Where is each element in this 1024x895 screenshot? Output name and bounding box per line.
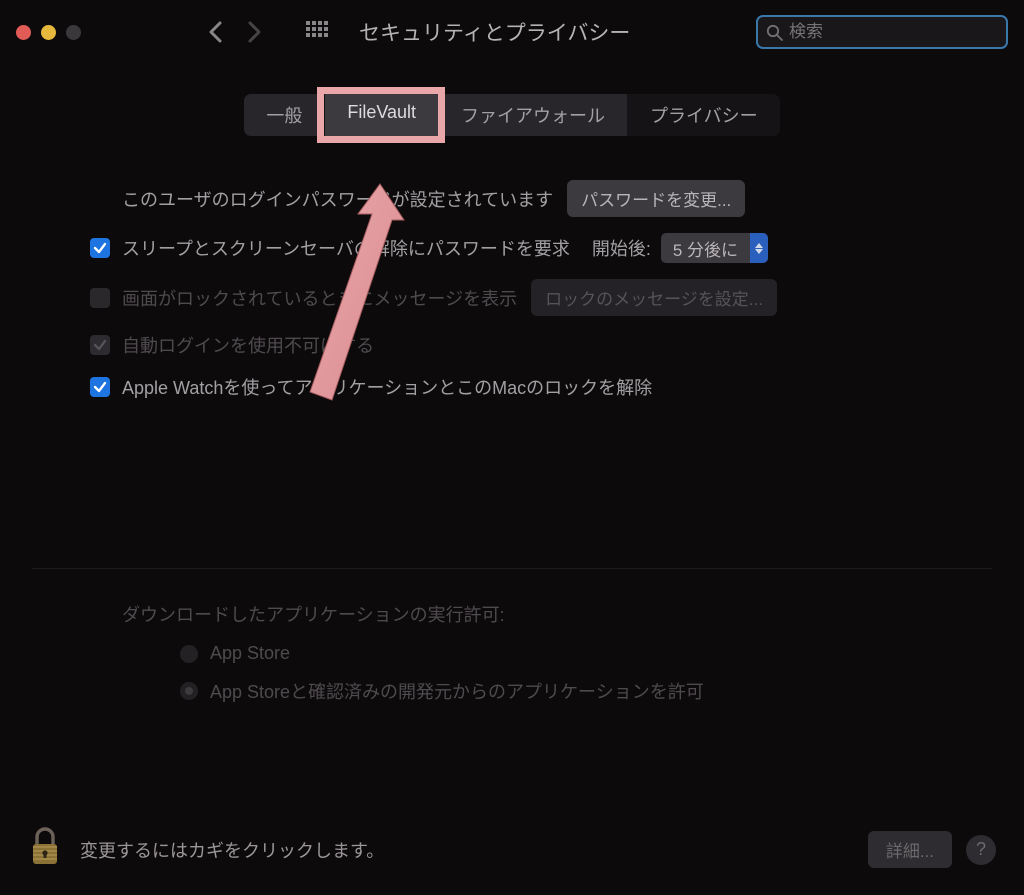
require-password-label: スリープとスクリーンセーバの解除にパスワードを要求 [122,235,570,261]
downloads-section: ダウンロードしたアプリケーションの実行許可: App Store App Sto… [32,601,992,704]
radio-icon [180,682,198,700]
back-button[interactable] [199,16,231,48]
require-password-checkbox[interactable] [90,238,110,258]
close-window-button[interactable] [16,25,31,40]
password-delay-value: 5 分後に [661,236,750,261]
auto-login-checkbox [90,335,110,355]
zoom-window-button[interactable] [66,25,81,40]
forward-button[interactable] [239,16,271,48]
titlebar: セキュリティとプライバシー [0,0,1024,64]
set-lock-message-button: ロックのメッセージを設定... [531,279,777,316]
section-divider [32,568,992,569]
downloads-heading: ダウンロードしたアプリケーションの実行許可: [122,601,902,627]
change-password-button[interactable]: パスワードを変更... [567,180,745,217]
lock-message-checkbox[interactable] [90,288,110,308]
lock-message-label: 画面がロックされているときにメッセージを表示 [122,285,517,311]
show-all-button[interactable] [301,16,333,48]
security-section: このユーザのログインパスワードが設定されています パスワードを変更... スリー… [32,180,992,400]
stepper-icon [750,233,768,263]
after-label: 開始後: [592,235,651,261]
search-icon [766,24,783,41]
help-button[interactable]: ? [966,835,996,865]
lock-message-row: 画面がロックされているときにメッセージを表示 ロックのメッセージを設定... [90,279,902,316]
window-title: セキュリティとプライバシー [359,17,630,47]
apple-watch-checkbox[interactable] [90,377,110,397]
tab-filevault[interactable]: FileVault [324,94,438,136]
content-area: 一般 FileVault ファイアウォール プライバシー このユーザのログインパ… [0,64,1024,895]
require-password-row: スリープとスクリーンセーバの解除にパスワードを要求 開始後: 5 分後に [90,233,902,263]
radio-identified-label: App Storeと確認済みの開発元からのアプリケーションを許可 [210,678,704,704]
auto-login-label: 自動ログインを使用不可にする [122,332,374,358]
tab-bar: 一般 FileVault ファイアウォール プライバシー [32,94,992,136]
auto-login-row: 自動ログインを使用不可にする [90,332,902,358]
radio-appstore-identified: App Storeと確認済みの開発元からのアプリケーションを許可 [180,678,902,704]
password-delay-select[interactable]: 5 分後に [661,233,768,263]
details-button[interactable]: 詳細... [868,831,952,868]
login-password-row: このユーザのログインパスワードが設定されています パスワードを変更... [122,180,902,217]
footer: 変更するにはカギをクリックします。 詳細... ? [0,826,1024,873]
login-password-label: このユーザのログインパスワードが設定されています [122,186,553,212]
tab-firewall[interactable]: ファイアウォール [438,94,627,136]
radio-appstore-only: App Store [180,643,902,664]
apple-watch-label: Apple Watchを使ってアプリケーションとこのMacのロックを解除 [122,374,652,400]
preferences-window: セキュリティとプライバシー 一般 FileVault ファイアウォール プライバ… [0,0,1024,895]
tab-general[interactable]: 一般 [244,94,324,136]
minimize-window-button[interactable] [41,25,56,40]
search-input[interactable] [789,22,998,42]
radio-icon [180,645,198,663]
radio-appstore-label: App Store [210,643,290,664]
traffic-lights [16,25,81,40]
apple-watch-row: Apple Watchを使ってアプリケーションとこのMacのロックを解除 [90,374,902,400]
lock-icon[interactable] [28,826,62,873]
lock-text: 変更するにはカギをクリックします。 [80,837,384,863]
search-field[interactable] [756,15,1008,49]
tab-privacy[interactable]: プライバシー [627,94,780,136]
